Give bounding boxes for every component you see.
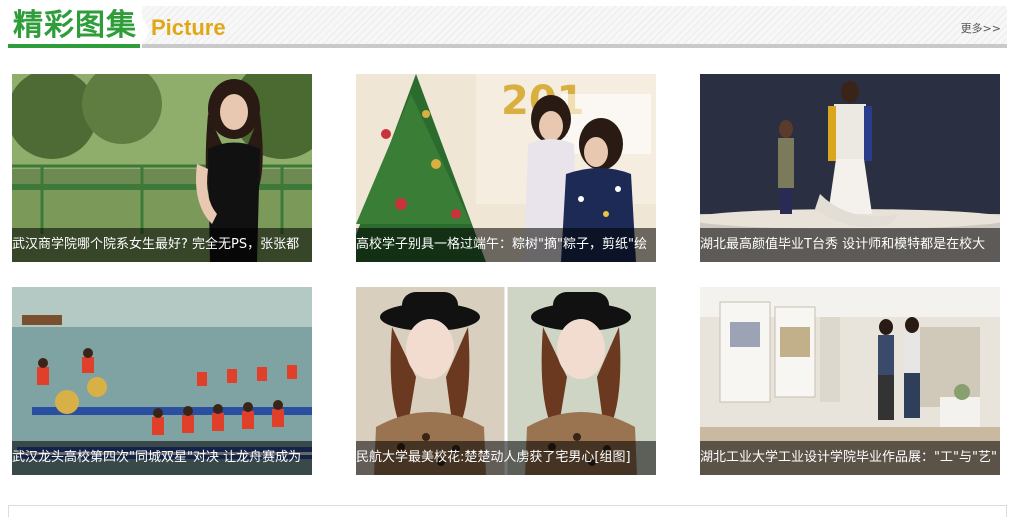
gallery-caption[interactable]: 高校学子别具一格过端午：粽树"摘"粽子，剪纸"绘 <box>356 228 656 262</box>
section-subtitle: Picture <box>151 15 226 40</box>
next-section-border <box>8 505 1007 517</box>
gallery-item[interactable]: 武汉商学院哪个院系女生最好? 完全无PS，张张都 <box>12 74 312 262</box>
gallery-item[interactable]: 武汉龙头高校第四次"同城双星"对决 让龙舟赛成为 <box>12 287 312 475</box>
title-notch <box>140 14 150 48</box>
section-title: 精彩图集 <box>13 8 137 43</box>
gallery-caption[interactable]: 武汉商学院哪个院系女生最好? 完全无PS，张张都 <box>12 228 312 262</box>
gallery-caption[interactable]: 湖北最高颜值毕业T台秀 设计师和模特都是在校大 <box>700 228 1000 262</box>
gallery-caption[interactable]: 湖北工业大学工业设计学院毕业作品展："工"与"艺" <box>700 441 1000 475</box>
gallery-caption[interactable]: 武汉龙头高校第四次"同城双星"对决 让龙舟赛成为 <box>12 441 312 475</box>
gallery-item[interactable]: 201 高校学子别具一格过端午：粽树"摘"粽子，剪纸"绘 <box>356 74 656 262</box>
gallery-item[interactable]: 湖北工业大学工业设计学院毕业作品展："工"与"艺" <box>700 287 1000 475</box>
title-underline <box>8 44 140 48</box>
header-divider <box>8 44 1007 48</box>
gallery-caption[interactable]: 民航大学最美校花:楚楚动人虏获了宅男心[组图] <box>356 441 656 475</box>
photo-gallery: 武汉商学院哪个院系女生最好? 完全无PS，张张都 201 高校学子别具一格 <box>12 74 1002 475</box>
section-title-box: 精彩图集 <box>8 6 142 48</box>
more-link[interactable]: 更多>> <box>961 22 1001 36</box>
gallery-item[interactable]: 民航大学最美校花:楚楚动人虏获了宅男心[组图] <box>356 287 656 475</box>
gallery-item[interactable]: 湖北最高颜值毕业T台秀 设计师和模特都是在校大 <box>700 74 1000 262</box>
